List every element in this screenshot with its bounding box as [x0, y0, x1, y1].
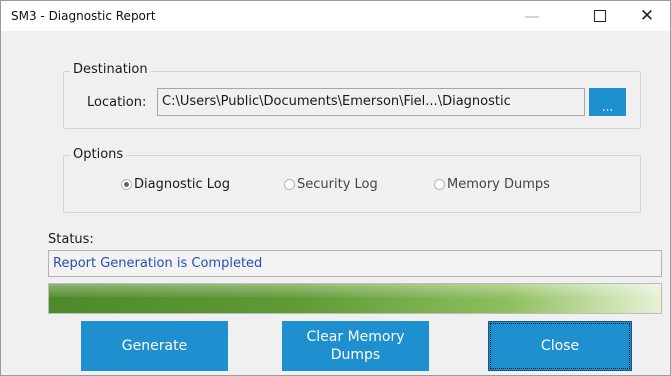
radio-button-icon[interactable] — [121, 179, 132, 190]
clear-memory-dumps-button[interactable]: Clear Memory Dumps — [282, 321, 429, 371]
radio-memory-dumps[interactable]: Memory Dumps — [434, 177, 550, 192]
dialog-window: SM3 - Diagnostic Report — ✕ Destination … — [0, 0, 671, 376]
title-bar[interactable]: SM3 - Diagnostic Report — ✕ — [1, 1, 670, 31]
maximize-box-icon — [594, 10, 606, 22]
destination-group-label: Destination — [70, 62, 151, 77]
close-button[interactable]: Close — [488, 321, 632, 371]
progress-bar — [48, 283, 662, 314]
radio-memory-dumps-label: Memory Dumps — [447, 177, 550, 192]
radio-security-log-label: Security Log — [297, 177, 378, 192]
minimize-icon[interactable]: — — [509, 1, 555, 31]
radio-security-log[interactable]: Security Log — [284, 177, 378, 192]
radio-button-icon[interactable] — [284, 179, 295, 190]
close-icon[interactable]: ✕ — [624, 1, 670, 31]
progress-bar-fill — [49, 284, 661, 313]
browse-button[interactable]: ... — [589, 88, 626, 116]
generate-button[interactable]: Generate — [81, 321, 228, 371]
status-label: Status: — [48, 232, 94, 247]
location-label: Location: — [87, 95, 147, 110]
maximize-icon[interactable] — [577, 1, 623, 31]
radio-diagnostic-log[interactable]: Diagnostic Log — [121, 177, 230, 192]
options-group-label: Options — [70, 147, 127, 162]
location-field[interactable]: C:\Users\Public\Documents\Emerson\Fiel..… — [157, 88, 585, 116]
radio-diagnostic-log-label: Diagnostic Log — [134, 177, 231, 192]
window-title: SM3 - Diagnostic Report — [11, 9, 156, 23]
radio-button-icon[interactable] — [434, 179, 445, 190]
status-message: Report Generation is Completed — [48, 250, 662, 277]
